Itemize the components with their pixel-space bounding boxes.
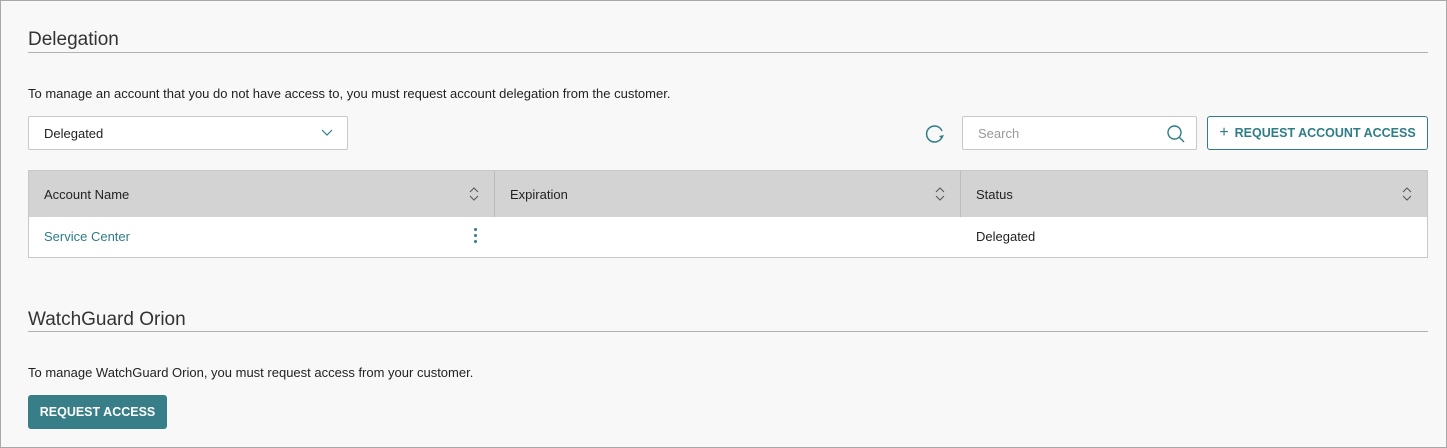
request-account-access-label: REQUEST ACCOUNT ACCESS <box>1234 126 1416 140</box>
status-filter-value: Delegated <box>44 126 104 141</box>
sort-icon <box>935 187 945 201</box>
orion-description: To manage WatchGuard Orion, you must req… <box>28 365 474 380</box>
request-access-button[interactable]: REQUEST ACCESS <box>28 395 167 429</box>
plus-icon: + <box>1219 124 1229 141</box>
column-header-account-name[interactable]: Account Name <box>29 171 495 217</box>
table-row: Service Center Delegated <box>29 217 1427 257</box>
table-header: Account Name Expiration Status <box>29 171 1427 217</box>
delegation-title: Delegation <box>28 29 119 50</box>
column-header-status[interactable]: Status <box>961 171 1427 217</box>
chevron-down-icon <box>321 129 333 136</box>
divider <box>28 52 1428 53</box>
account-name-link[interactable]: Service Center <box>44 229 130 244</box>
sort-icon <box>1402 187 1412 201</box>
column-header-expiration[interactable]: Expiration <box>495 171 961 217</box>
expiration-cell <box>495 217 961 257</box>
status-cell: Delegated <box>976 229 1036 244</box>
column-label: Expiration <box>510 187 568 202</box>
sort-icon <box>469 187 479 201</box>
orion-title: WatchGuard Orion <box>28 309 186 330</box>
column-label: Status <box>976 187 1013 202</box>
request-account-access-button[interactable]: + REQUEST ACCOUNT ACCESS <box>1207 116 1428 150</box>
delegation-table: Account Name Expiration Status Service C… <box>28 170 1428 258</box>
search-icon[interactable] <box>1166 124 1186 144</box>
column-label: Account Name <box>44 187 130 202</box>
search-field[interactable] <box>962 116 1197 150</box>
refresh-icon[interactable] <box>923 122 947 146</box>
delegation-description: To manage an account that you do not hav… <box>28 86 671 101</box>
more-options-icon[interactable] <box>474 228 477 246</box>
divider <box>28 331 1428 332</box>
search-input[interactable] <box>963 117 1153 150</box>
status-filter-dropdown[interactable]: Delegated <box>28 116 348 150</box>
